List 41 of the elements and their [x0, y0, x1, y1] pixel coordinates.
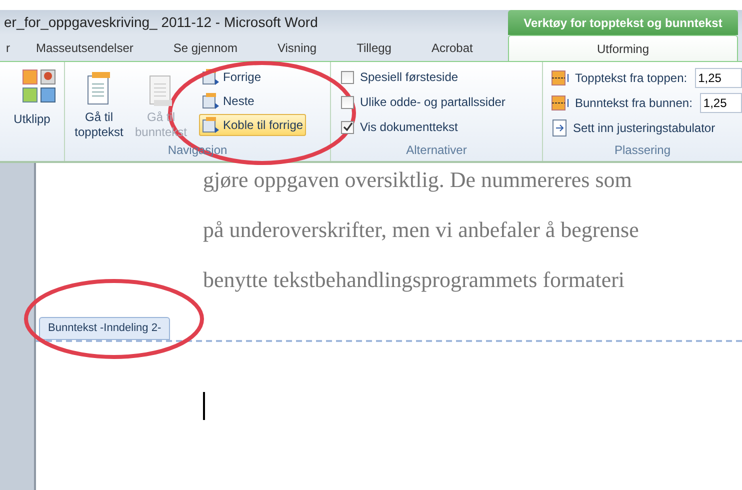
checkbox-option[interactable]: Spesiell førsteside [341, 68, 542, 86]
clipboard-button[interactable]: Utklipp [14, 110, 50, 128]
contextual-tab-header: Verktøy for topptekst og bunntekst [508, 10, 738, 35]
checkbox[interactable] [341, 70, 354, 84]
page-icon [202, 93, 220, 109]
navigation-button[interactable]: Koble til forrige [199, 114, 306, 136]
ribbon-tab[interactable]: Visning [257, 35, 337, 61]
navigation-button[interactable]: Neste [199, 90, 306, 112]
page-icon [202, 69, 220, 85]
page-icon [86, 72, 112, 106]
ribbon-tab[interactable]: Tillegg [336, 35, 412, 61]
body-text-line: benytte tekstbehandlingsprogrammets formateri [203, 266, 626, 294]
group-label: Alternativer [405, 142, 468, 159]
ribbon-tab[interactable]: Acrobat [411, 35, 493, 61]
ribbon-tab[interactable]: Masseutsendelser [16, 35, 154, 61]
checkbox[interactable] [341, 96, 354, 108]
margin-icon [551, 70, 571, 86]
spinner-label: Bunntekst fra bunnen: [575, 94, 692, 112]
margin-icon [551, 94, 571, 110]
checkbox-option[interactable]: Vis dokumenttekst [341, 118, 542, 136]
tab-stop-icon [551, 118, 569, 136]
body-text-line: gjøre oppgaven oversiktlig. De nummereres som [203, 166, 633, 194]
window-title: er_for_oppgaveskriving_ 2011-12 - Microsoft Word [4, 13, 318, 32]
page-icon [202, 117, 220, 133]
check-icon [342, 122, 352, 132]
spinner-field[interactable]: 1,25 [695, 68, 742, 88]
checkbox-option[interactable]: Ulike odde- og partallssider [341, 93, 542, 111]
text-cursor [203, 392, 205, 420]
insert-tab-button[interactable]: Sett inn justeringstabulator [551, 118, 716, 136]
checkbox[interactable] [341, 120, 354, 134]
spinner-field[interactable]: 1,25 [700, 92, 742, 112]
ribbon-tab[interactable]: Se gjennom [153, 35, 258, 61]
footer-section-tag: Bunntekst -Inndeling 2- [39, 317, 170, 340]
navigation-button[interactable]: Forrige [199, 66, 306, 88]
group-label: Plassering [613, 142, 672, 159]
ribbon-tab[interactable]: r [0, 35, 16, 61]
ribbon-tab[interactable]: Utforming [508, 35, 738, 61]
clipboard-icons-drawing [21, 68, 57, 104]
spinner-label: Topptekst fra toppen: [575, 70, 688, 86]
body-text-line: på underoverskrifter, men vi anbefaler å begrense [203, 216, 640, 244]
go-to-button[interactable]: Gå til topptekst [69, 66, 129, 141]
